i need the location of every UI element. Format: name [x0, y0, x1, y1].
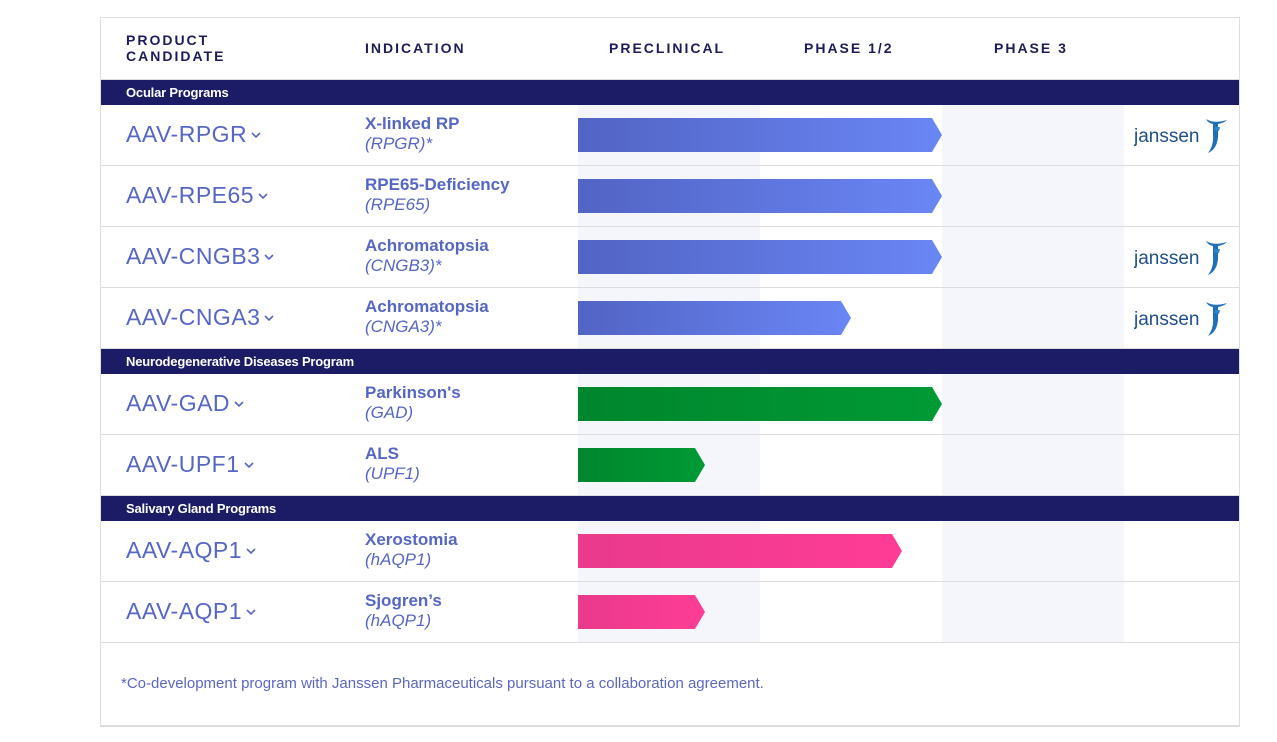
progress-bar [578, 240, 942, 274]
candidate-name: AAV-RPGR [126, 121, 248, 147]
candidate-toggle[interactable]: AAV-AQP1 [126, 537, 256, 564]
chevron-down-icon [246, 544, 256, 558]
header-phase-3: PHASE 3 [994, 40, 1068, 56]
header-candidate-line1: PRODUCT [126, 32, 210, 48]
indication-name: RPE65-Deficiency [365, 175, 510, 194]
indication-name: Parkinson's [365, 383, 461, 402]
progress-bar-arrow [578, 240, 942, 274]
indication-name: ALS [365, 444, 399, 463]
chevron-down-icon [246, 605, 256, 619]
progress-bar-arrow [578, 534, 902, 568]
indication-gene: (hAQP1) [365, 611, 432, 630]
progress-bar-arrow [578, 595, 705, 629]
chevron-down-icon [258, 189, 268, 203]
janssen-logo-text: janssen [1134, 248, 1200, 269]
header-candidate-line2: CANDIDATE [126, 48, 226, 64]
candidate-toggle[interactable]: AAV-AQP1 [126, 598, 256, 625]
janssen-logo: janssen [1133, 298, 1230, 338]
progress-bar [578, 301, 851, 335]
header-phase-1-2: PHASE 1/2 [804, 40, 894, 56]
indication: Achromatopsia (CNGB3)* [365, 236, 489, 276]
indication-gene: (hAQP1) [365, 550, 432, 569]
header-product-candidate: PRODUCT CANDIDATE [126, 32, 225, 64]
footnote-area: *Co-development program with Janssen Pha… [101, 643, 1239, 725]
progress-bar [578, 387, 942, 421]
candidate-toggle[interactable]: AAV-CNGB3 [126, 243, 275, 270]
progress-bar-arrow [578, 448, 705, 482]
chevron-down-icon [264, 250, 275, 264]
indication-name: Xerostomia [365, 530, 458, 549]
indication: RPE65-Deficiency (RPE65) [365, 175, 510, 215]
janssen-logo: janssen [1133, 115, 1230, 155]
candidate-toggle[interactable]: AAV-RPE65 [126, 182, 268, 209]
candidate-toggle[interactable]: AAV-CNGA3 [126, 304, 275, 331]
section-header: Salivary Gland Programs [101, 496, 1239, 521]
candidate-name: AAV-RPE65 [126, 182, 255, 208]
progress-bar [578, 534, 902, 568]
table-row: AAV-UPF1 ALS (UPF1) [101, 435, 1239, 496]
table-row: AAV-RPE65 RPE65-Deficiency (RPE65) [101, 166, 1239, 227]
indication-gene: (UPF1) [365, 464, 420, 483]
footnote: *Co-development program with Janssen Pha… [121, 675, 764, 692]
indication-gene: (RPE65) [365, 195, 431, 214]
chevron-down-icon [264, 311, 275, 325]
header-preclinical: PRECLINICAL [609, 40, 726, 56]
indication: Xerostomia (hAQP1) [365, 530, 458, 570]
header-indication: INDICATION [365, 40, 466, 56]
candidate-toggle[interactable]: AAV-RPGR [126, 121, 261, 148]
table-row: AAV-GAD Parkinson's (GAD) [101, 374, 1239, 435]
table-row: AAV-CNGB3 Achromatopsia (CNGB3)* janssen [101, 227, 1239, 288]
indication-gene: (GAD) [365, 403, 414, 422]
candidate-name: AAV-CNGB3 [126, 243, 261, 269]
progress-bar-arrow [578, 301, 851, 335]
progress-bar [578, 118, 942, 152]
indication: Achromatopsia (CNGA3)* [365, 297, 489, 337]
candidate-name: AAV-CNGA3 [126, 304, 261, 330]
table-row: AAV-AQP1 Sjogren’s (hAQP1) [101, 582, 1239, 643]
indication-name: X-linked RP [365, 114, 460, 133]
table-body: Ocular Programs AAV-RPGR X-linked RP (RP… [101, 80, 1239, 643]
candidate-toggle[interactable]: AAV-UPF1 [126, 451, 254, 478]
indication: ALS (UPF1) [365, 444, 420, 484]
chevron-down-icon [234, 397, 244, 411]
section-header: Neurodegenerative Diseases Program [101, 349, 1239, 374]
indication-gene: (CNGB3)* [365, 256, 442, 275]
indication-name: Achromatopsia [365, 236, 489, 255]
indication: Sjogren’s (hAQP1) [365, 591, 442, 631]
progress-bar [578, 448, 705, 482]
pipeline-table: PRODUCT CANDIDATE INDICATION PRECLINICAL… [100, 17, 1240, 727]
candidate-name: AAV-AQP1 [126, 598, 243, 624]
indication-name: Achromatopsia [365, 297, 489, 316]
indication-gene: (RPGR)* [365, 134, 433, 153]
candidate-name: AAV-UPF1 [126, 451, 240, 477]
table-header: PRODUCT CANDIDATE INDICATION PRECLINICAL… [101, 18, 1239, 80]
chevron-down-icon [251, 128, 261, 142]
candidate-toggle[interactable]: AAV-GAD [126, 390, 244, 417]
table-row: AAV-RPGR X-linked RP (RPGR)* janssen [101, 105, 1239, 166]
indication: X-linked RP (RPGR)* [365, 114, 459, 154]
indication: Parkinson's (GAD) [365, 383, 461, 423]
janssen-logo: janssen [1133, 237, 1230, 277]
janssen-logo-text: janssen [1134, 309, 1200, 330]
progress-bar-arrow [578, 387, 942, 421]
progress-bar-arrow [578, 179, 942, 213]
chevron-down-icon [243, 458, 254, 472]
table-row: AAV-CNGA3 Achromatopsia (CNGA3)* janssen [101, 288, 1239, 349]
indication-name: Sjogren’s [365, 591, 442, 610]
progress-bar [578, 179, 942, 213]
candidate-name: AAV-GAD [126, 390, 231, 416]
progress-bar [578, 595, 705, 629]
janssen-logo-text: janssen [1134, 126, 1200, 147]
section-header: Ocular Programs [101, 80, 1239, 105]
candidate-name: AAV-AQP1 [126, 537, 243, 563]
table-row: AAV-AQP1 Xerostomia (hAQP1) [101, 521, 1239, 582]
progress-bar-arrow [578, 118, 942, 152]
indication-gene: (CNGA3)* [365, 317, 442, 336]
